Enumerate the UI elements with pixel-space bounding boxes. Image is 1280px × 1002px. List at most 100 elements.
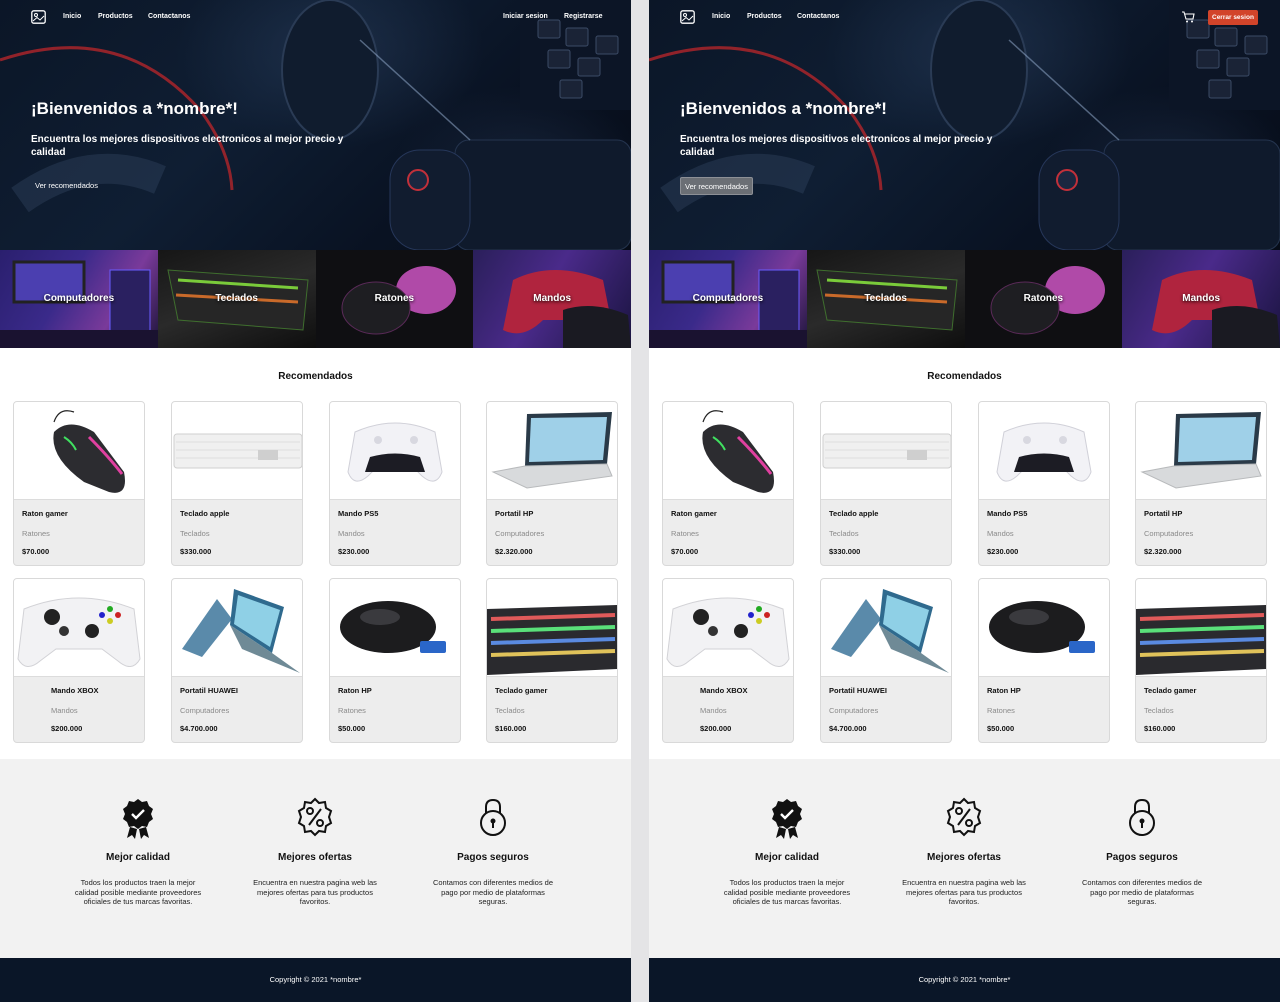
product-card[interactable]: Raton gamer Ratones $70.000 [13, 401, 145, 566]
product-category: Ratones [987, 706, 1015, 715]
product-category: Computadores [495, 529, 545, 538]
nav-link-contactanos[interactable]: Contactanos [797, 13, 839, 20]
product-price: $70.000 [671, 547, 699, 556]
category-mandos[interactable]: Mandos [1122, 250, 1280, 348]
product-category: Ratones [671, 529, 699, 538]
product-image [1136, 579, 1266, 677]
product-image [487, 579, 617, 677]
product-card[interactable]: Portatil HP Computadores $2.320.000 [1135, 401, 1267, 566]
product-card[interactable]: Mando PS5 Mandos $230.000 [978, 401, 1110, 566]
lock-icon [480, 798, 506, 836]
category-teclados[interactable]: Teclados [806, 250, 965, 348]
feature-description: Encuentra en nuestra pagina web las mejo… [902, 878, 1026, 906]
login-link[interactable]: Iniciar sesion [503, 13, 548, 20]
product-category: Mandos [51, 706, 78, 715]
product-card[interactable]: Teclado apple Teclados $330.000 [820, 401, 952, 566]
product-image [14, 402, 144, 500]
product-name: Teclado gamer [1144, 686, 1197, 695]
xbox-controller-image [666, 597, 790, 667]
category-computadores[interactable]: Computadores [649, 250, 807, 348]
gaming-keyboard-image [487, 605, 617, 675]
product-price: $2.320.000 [1144, 547, 1182, 556]
footer: Copyright © 2021 *nombre* [0, 958, 631, 1002]
product-category: Mandos [987, 529, 1014, 538]
hero-subtitle: Encuentra los mejores dispositivos elect… [680, 134, 993, 158]
product-name: Teclado apple [180, 509, 230, 518]
hero-background-image [0, 0, 631, 250]
category-ratones[interactable]: Ratones [964, 250, 1123, 348]
product-card[interactable]: Raton gamer Ratones $70.000 [662, 401, 794, 566]
product-name: Portatil HUAWEI [829, 686, 887, 695]
top-nav: Inicio Productos Contactanos Iniciar ses… [0, 0, 631, 36]
product-name: Mando PS5 [338, 509, 379, 518]
product-card[interactable]: Portatil HP Computadores $2.320.000 [486, 401, 618, 566]
product-price: $70.000 [22, 547, 50, 556]
product-card[interactable]: Teclado gamer Teclados $160.000 [1135, 578, 1267, 743]
product-card[interactable]: Mando PS5 Mandos $230.000 [329, 401, 461, 566]
footer: Copyright © 2021 *nombre* [649, 958, 1280, 1002]
product-card[interactable]: Portatil HUAWEI Computadores $4.700.000 [171, 578, 303, 743]
logo-image-icon[interactable] [680, 10, 695, 24]
category-computadores[interactable]: Computadores [0, 250, 158, 348]
hp-mouse-image [989, 601, 1095, 653]
nav-link-productos[interactable]: Productos [747, 13, 782, 20]
category-mandos[interactable]: Mandos [473, 250, 631, 348]
nav-link-inicio[interactable]: Inicio [712, 13, 730, 20]
product-image [663, 402, 793, 500]
features-section: Mejor calidad Todos los productos traen … [649, 759, 1280, 958]
product-card[interactable]: Mando XBOX Mandos $200.000 [662, 578, 794, 743]
product-card[interactable]: Teclado gamer Teclados $160.000 [486, 578, 618, 743]
product-image [821, 579, 951, 677]
product-card[interactable]: Raton HP Ratones $50.000 [329, 578, 461, 743]
product-price: $160.000 [1144, 724, 1176, 733]
product-card[interactable]: Mando XBOX Mandos $200.000 [13, 578, 145, 743]
nav-link-contactanos[interactable]: Contactanos [148, 13, 190, 20]
product-card[interactable]: Teclado apple Teclados $330.000 [171, 401, 303, 566]
hero-banner: Inicio Productos Contactanos Iniciar ses… [0, 0, 631, 250]
panel-divider [631, 0, 649, 1002]
product-price: $50.000 [987, 724, 1015, 733]
hero-title: ¡Bienvenidos a *nombre*! [680, 99, 887, 118]
register-link[interactable]: Registrarse [564, 13, 603, 20]
view-recommended-button[interactable]: Ver recomendados [31, 177, 102, 195]
product-name: Raton gamer [22, 509, 68, 518]
apple-keyboard-image [822, 433, 951, 469]
product-card[interactable]: Portatil HUAWEI Computadores $4.700.000 [820, 578, 952, 743]
category-ratones[interactable]: Ratones [315, 250, 474, 348]
discount-icon [946, 797, 982, 837]
copyright-text: Copyright © 2021 *nombre* [918, 975, 1011, 984]
product-name: Portatil HUAWEI [180, 686, 238, 695]
logo-image-icon[interactable] [31, 10, 46, 24]
view-recommended-button[interactable]: Ver recomendados [680, 177, 753, 195]
product-category: Ratones [338, 706, 366, 715]
cart-icon[interactable] [1181, 10, 1195, 24]
product-card[interactable]: Raton HP Ratones $50.000 [978, 578, 1110, 743]
ps5-controller-image [347, 422, 443, 482]
recommended-title: Recomendados [278, 371, 353, 382]
product-name: Raton HP [987, 686, 1021, 695]
product-image [979, 402, 1109, 500]
gaming-mouse-image [53, 410, 125, 493]
product-price: $160.000 [495, 724, 527, 733]
recommended-title: Recomendados [927, 371, 1002, 382]
gaming-keyboard-image [1136, 605, 1266, 675]
product-price: $200.000 [51, 724, 83, 733]
hp-mouse-image [340, 601, 446, 653]
logout-button[interactable]: Cerrar sesion [1208, 10, 1258, 25]
category-label: Computadores [692, 293, 764, 304]
product-category: Computadores [180, 706, 230, 715]
product-image [172, 402, 302, 500]
award-icon [123, 799, 153, 839]
discount-icon [297, 797, 333, 837]
feature-title: Mejores ofertas [927, 852, 1001, 863]
nav-link-inicio[interactable]: Inicio [63, 13, 81, 20]
product-image [14, 579, 144, 677]
feature-description: Contamos con diferentes medios de pago p… [1081, 878, 1203, 906]
category-teclados[interactable]: Teclados [157, 250, 316, 348]
product-price: $2.320.000 [495, 547, 533, 556]
product-price: $330.000 [829, 547, 861, 556]
nav-link-productos[interactable]: Productos [98, 13, 133, 20]
product-category: Computadores [829, 706, 879, 715]
product-image [330, 402, 460, 500]
lock-icon [1129, 798, 1155, 836]
